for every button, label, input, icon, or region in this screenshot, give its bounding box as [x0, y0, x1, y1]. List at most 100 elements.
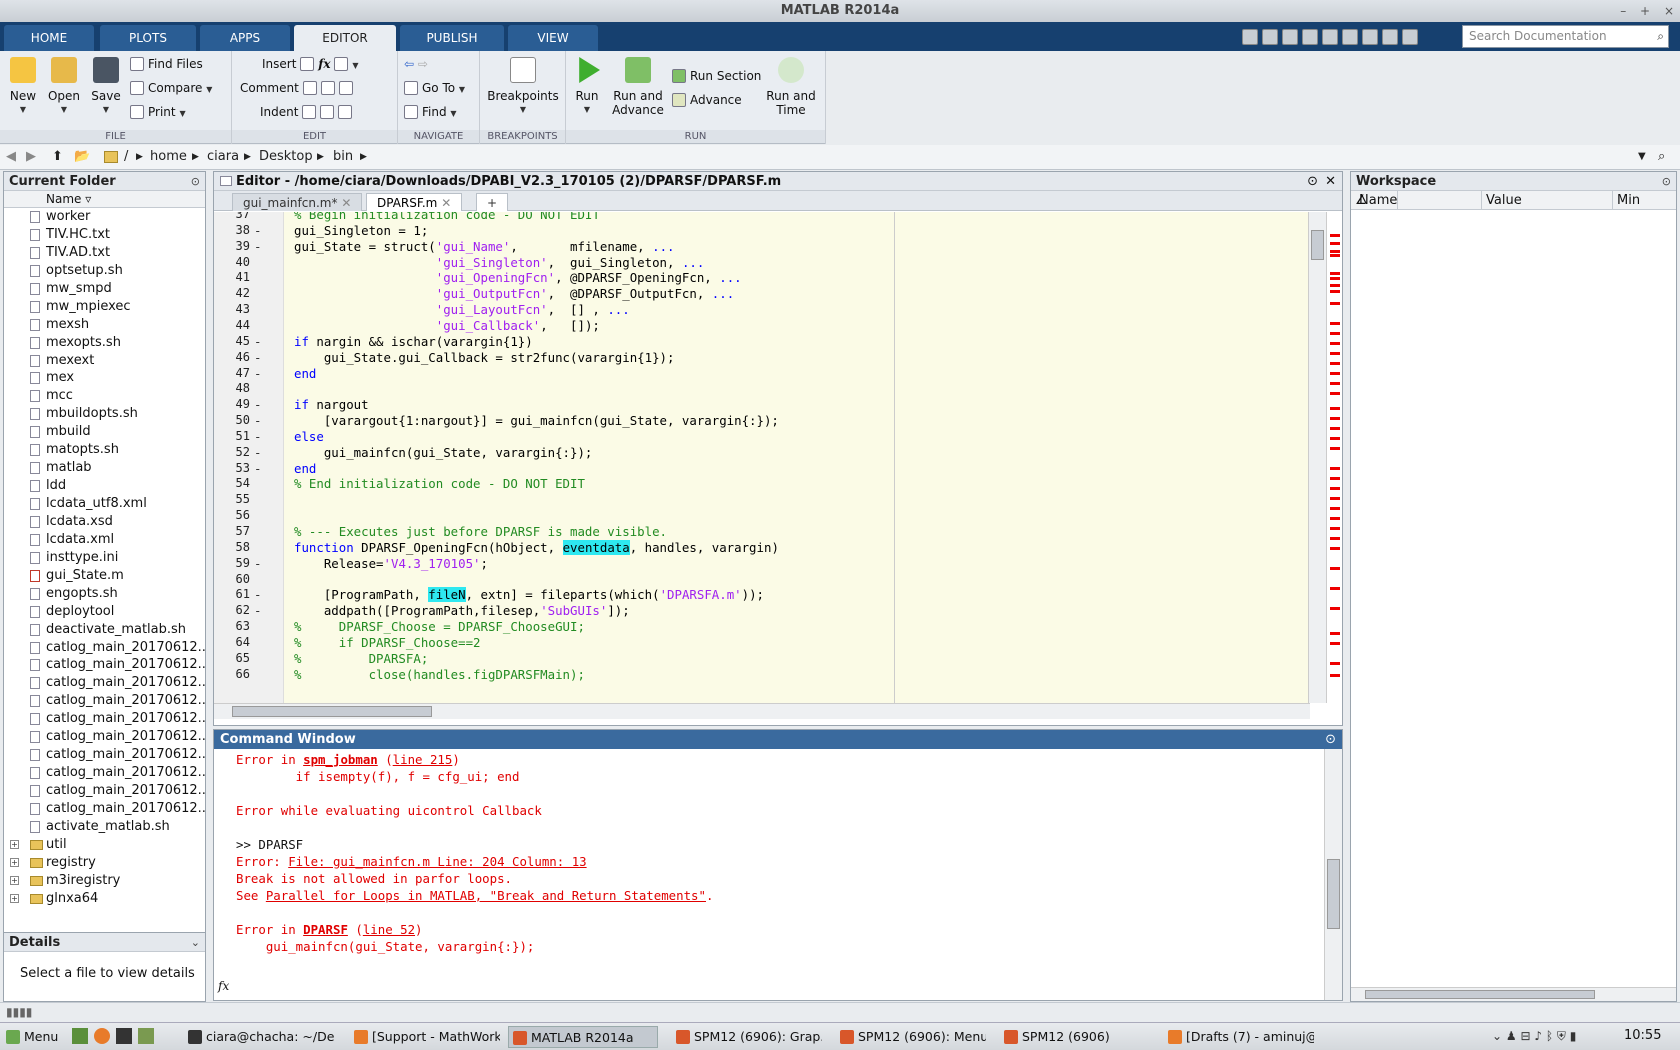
file-item[interactable]: catlog_main_20170612... [4, 782, 205, 800]
breakpoint-dash[interactable]: - [254, 365, 261, 382]
warning-marker[interactable] [1330, 342, 1340, 345]
warning-marker[interactable] [1330, 322, 1340, 325]
warning-marker[interactable] [1330, 467, 1340, 470]
warning-marker[interactable] [1330, 362, 1340, 365]
warning-marker[interactable] [1330, 437, 1340, 440]
task-matlab[interactable]: MATLAB R2014a [508, 1026, 658, 1048]
code-line[interactable]: gui_mainfcn(gui_State, varargin{:}); [294, 444, 593, 461]
tab-view[interactable]: VIEW [508, 25, 598, 51]
breakpoint-dash[interactable]: - [254, 586, 261, 603]
tab-close-icon[interactable]: ✕ [441, 196, 451, 210]
file-item[interactable]: matlab [4, 459, 205, 477]
find-files-button[interactable]: Find Files [130, 55, 203, 73]
up-folder-icon[interactable]: ⬆ [52, 149, 63, 164]
help-icon[interactable] [1402, 29, 1418, 45]
tab-publish[interactable]: PUBLISH [400, 25, 504, 51]
warning-marker[interactable] [1330, 537, 1340, 540]
task-drafts[interactable]: [Drafts (7) - aminuj@... [1164, 1026, 1314, 1048]
task-spm-menu[interactable]: SPM12 (6906): Menu [836, 1026, 986, 1048]
code-line[interactable]: 'gui_Singleton', gui_Singleton, ... [294, 254, 705, 271]
warning-marker[interactable] [1330, 487, 1340, 490]
tab-close-icon[interactable]: ✕ [341, 196, 351, 210]
tab-editor[interactable]: EDITOR [294, 25, 396, 51]
warning-marker[interactable] [1330, 332, 1340, 335]
file-item[interactable]: mexsh [4, 316, 205, 334]
cut-icon[interactable] [1282, 29, 1298, 45]
search-icon[interactable]: ⌕ [1657, 26, 1664, 47]
wrap-comment-icon[interactable] [338, 81, 353, 95]
file-item[interactable]: TIV.HC.txt [4, 226, 205, 244]
increase-indent-icon[interactable] [320, 105, 335, 119]
warning-marker[interactable] [1330, 547, 1340, 550]
breakpoint-dash[interactable]: - [254, 444, 261, 461]
maximize-button[interactable]: + [1640, 4, 1650, 18]
file-item[interactable]: catlog_main_20170612... [4, 692, 205, 710]
search-documentation-input[interactable]: Search Documentation ⌕ [1462, 25, 1669, 48]
address-search-icon[interactable]: ⌕ [1658, 149, 1665, 164]
line-52-link[interactable]: line 52 [363, 922, 415, 937]
file-item[interactable]: catlog_main_20170612... [4, 710, 205, 728]
code-line[interactable]: function DPARSF_OpeningFcn(hObject, even… [294, 539, 779, 556]
warning-marker[interactable] [1330, 632, 1340, 635]
warning-marker[interactable] [1330, 352, 1340, 355]
code-line[interactable]: addpath([ProgramPath,filesep,'SubGUIs'])… [294, 602, 630, 619]
scroll-thumb[interactable] [1311, 230, 1324, 260]
warning-marker[interactable] [1330, 250, 1340, 253]
file-item[interactable]: catlog_main_20170612... [4, 746, 205, 764]
task-spm[interactable]: SPM12 (6906) [1000, 1026, 1150, 1048]
network-icon[interactable]: ⊟ [1520, 1029, 1530, 1043]
file-item[interactable]: mexopts.sh [4, 334, 205, 352]
fx-icon[interactable]: fx [318, 57, 330, 71]
code-line[interactable]: [ProgramPath, fileN, extn] = fileparts(w… [294, 586, 764, 603]
warning-marker[interactable] [1330, 567, 1340, 570]
warning-marker[interactable] [1330, 674, 1340, 677]
warning-marker[interactable] [1330, 234, 1340, 237]
breakpoint-dash[interactable]: - [254, 555, 261, 572]
find-button[interactable]: Find ▼ [404, 103, 457, 121]
file-item[interactable]: worker [4, 208, 205, 226]
switch-windows-icon[interactable] [1382, 29, 1398, 45]
ws-col-value[interactable]: Value [1482, 191, 1613, 210]
folder-item[interactable]: + m3iregistry [4, 872, 205, 890]
file-item[interactable]: ldd [4, 477, 205, 495]
undo-icon[interactable] [1342, 29, 1358, 45]
warning-marker[interactable] [1330, 662, 1340, 665]
tray-expand-icon[interactable]: ⌄ [1492, 1029, 1502, 1043]
editor-tab-dparsf[interactable]: DPARSF.m ✕ [366, 193, 463, 211]
run-section-button[interactable]: Run Section [672, 67, 761, 85]
name-column-header[interactable]: Name ▿ [4, 191, 205, 208]
file-item[interactable]: lcdata_utf8.xml [4, 495, 205, 513]
expand-icon[interactable]: + [10, 875, 19, 885]
code-line[interactable]: 'gui_Callback', []); [294, 317, 600, 334]
code-line[interactable]: % if DPARSF_Choose==2 [294, 634, 481, 651]
warning-marker[interactable] [1330, 302, 1340, 305]
insert-section-icon[interactable] [334, 57, 349, 71]
warning-marker[interactable] [1330, 642, 1340, 645]
code-line[interactable]: if nargin && ischar(varargin{1}) [294, 333, 533, 350]
show-desktop-icon[interactable] [72, 1028, 88, 1044]
breakpoints-button[interactable]: Breakpoints ▼ [486, 57, 560, 117]
folder-item[interactable]: + util [4, 836, 205, 854]
warning-marker[interactable] [1330, 517, 1340, 520]
terminal-icon[interactable] [116, 1028, 132, 1044]
file-item[interactable]: engopts.sh [4, 585, 205, 603]
code-line[interactable]: gui_State.gui_Callback = str2func(vararg… [294, 349, 675, 366]
crumb-root[interactable]: / [124, 149, 128, 164]
spm-jobman-link[interactable]: spm_jobman [303, 752, 378, 767]
code-line[interactable]: else [294, 428, 324, 445]
error-file-link[interactable]: File: gui_mainfcn.m Line: 204 Column: 13 [288, 854, 586, 869]
run-and-time-button[interactable]: Run and Time [764, 57, 818, 117]
expand-icon[interactable]: + [10, 839, 19, 849]
goto-button[interactable]: Go To ▼ [404, 79, 465, 97]
file-item[interactable]: mcc [4, 387, 205, 405]
new-tab-button[interactable]: + [476, 193, 509, 211]
print-button[interactable]: Print ▼ [130, 103, 186, 121]
breakpoint-dash[interactable]: - [254, 238, 261, 255]
crumb-home[interactable]: home [150, 149, 187, 164]
file-item[interactable]: catlog_main_20170612... [4, 764, 205, 782]
warning-marker[interactable] [1330, 392, 1340, 395]
bluetooth-icon[interactable]: ᛒ [1546, 1029, 1553, 1043]
dparsf-link[interactable]: DPARSF [303, 922, 348, 937]
warning-marker[interactable] [1330, 242, 1340, 245]
tab-home[interactable]: HOME [4, 25, 94, 51]
